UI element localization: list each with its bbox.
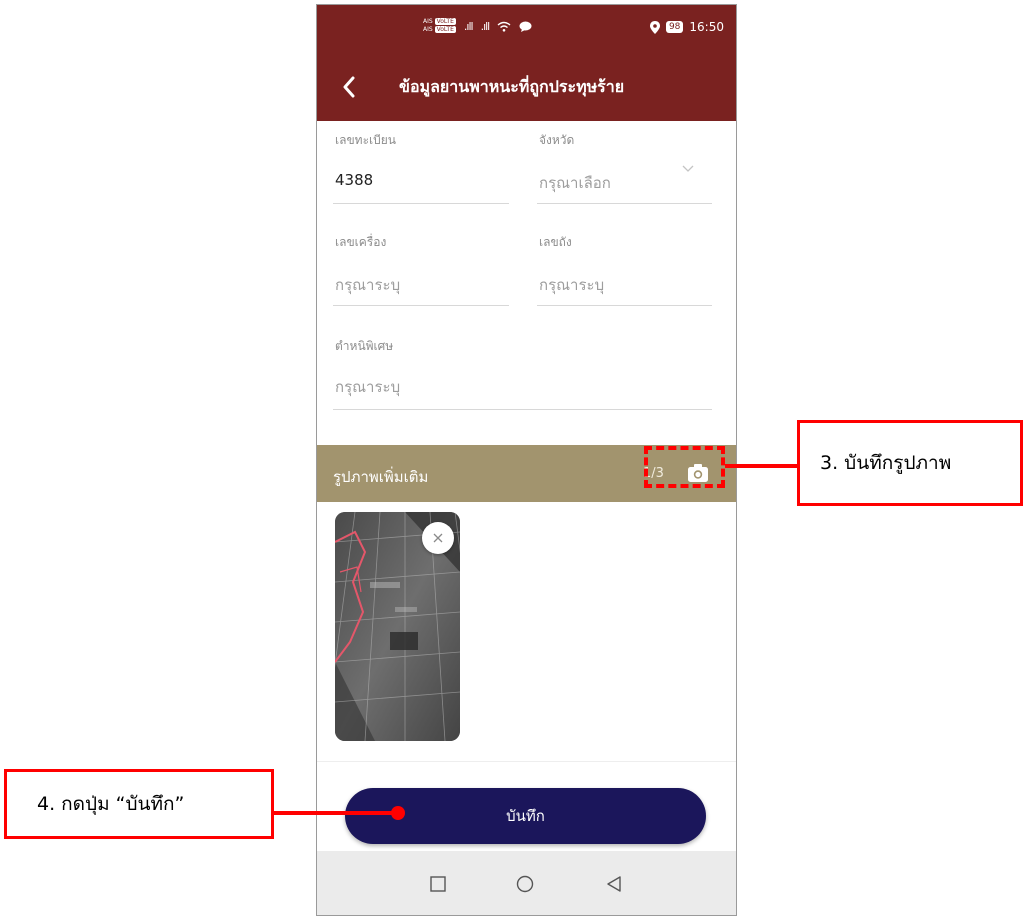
carrier-2: AIS [423, 26, 433, 33]
volte-badge-1: VoLTE [434, 18, 456, 25]
wifi-icon [497, 21, 511, 32]
chassis-number-label: เลขถัง [539, 235, 572, 249]
chevron-down-icon [682, 165, 694, 172]
recent-apps-button[interactable] [425, 871, 451, 897]
android-nav-bar [317, 851, 736, 915]
chassis-number-placeholder: กรุณาระบุ [539, 276, 605, 294]
app-bar: ข้อมูลยานพาหนะที่ถูกประทุษร้าย [317, 53, 736, 121]
triangle-back-icon [607, 876, 621, 892]
square-icon [430, 876, 446, 892]
back-nav-button[interactable] [601, 871, 627, 897]
callout-4-connector [274, 811, 398, 815]
special-marks-field[interactable]: ตำหนิพิเศษ กรุณาระบุ [333, 327, 712, 410]
location-icon [649, 20, 660, 34]
signal-icon: .ıll [463, 19, 474, 33]
province-placeholder: กรุณาเลือก [539, 174, 611, 192]
photo-thumbnail[interactable] [335, 512, 460, 741]
plate-label: เลขทะเบียน [335, 133, 396, 147]
signal-icon-2: .ıll [480, 19, 491, 33]
engine-number-field[interactable]: เลขเครื่อง กรุณาระบุ [333, 225, 509, 306]
engine-number-placeholder: กรุณาระบุ [335, 276, 401, 294]
special-marks-placeholder: กรุณาระบุ [335, 378, 401, 396]
camera-highlight-box [644, 446, 725, 488]
back-button[interactable] [329, 67, 369, 107]
chat-icon [519, 21, 532, 32]
remove-photo-button[interactable] [422, 522, 454, 554]
chassis-number-field[interactable]: เลขถัง กรุณาระบุ [537, 225, 712, 306]
engine-number-label: เลขเครื่อง [335, 235, 387, 249]
volte-badge-2: VoLTE [434, 26, 456, 33]
callout-step-3-text: 3. บันทึกรูปภาพ [820, 452, 952, 474]
province-select[interactable]: จังหวัด กรุณาเลือก [537, 123, 712, 204]
status-right: 98 16:50 [649, 20, 724, 34]
special-marks-label: ตำหนิพิเศษ [335, 339, 394, 353]
callout-step-4-text: 4. กดปุ่ม “บันทึก” [37, 793, 185, 815]
close-icon [433, 533, 443, 543]
status-bar: AIS VoLTE AIS VoLTE .ıll .ıll 98 16:50 [317, 5, 736, 53]
plate-field[interactable]: เลขทะเบียน 4388 [333, 123, 509, 204]
carrier-1: AIS [423, 18, 433, 25]
battery-level: 98 [665, 21, 684, 33]
callout-3-connector [725, 464, 798, 468]
home-button[interactable] [512, 871, 538, 897]
photo-section-title: รูปภาพเพิ่มเติม [333, 468, 429, 486]
chevron-left-icon [343, 76, 355, 98]
clock: 16:50 [689, 20, 724, 34]
circle-icon [516, 875, 534, 893]
page-title: ข้อมูลยานพาหนะที่ถูกประทุษร้าย [399, 77, 625, 96]
province-label: จังหวัด [539, 133, 575, 147]
callout-step-3: 3. บันทึกรูปภาพ [797, 420, 1023, 506]
callout-4-dot [391, 806, 405, 820]
plate-value: 4388 [335, 171, 374, 189]
status-left: AIS VoLTE AIS VoLTE .ıll .ıll [423, 18, 532, 34]
callout-step-4: 4. กดปุ่ม “บันทึก” [4, 769, 274, 839]
carrier-labels: AIS VoLTE AIS VoLTE [423, 18, 456, 34]
